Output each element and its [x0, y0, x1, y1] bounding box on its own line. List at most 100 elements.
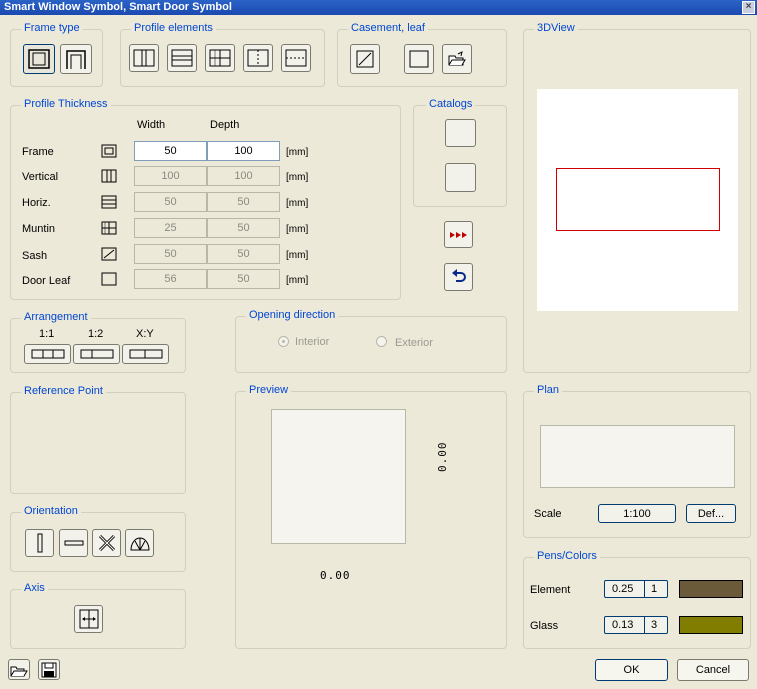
orientation-cross-button[interactable]: [92, 529, 121, 557]
view3d-group: 3DView: [523, 22, 751, 373]
row-label-door-leaf: Door Leaf: [22, 275, 71, 287]
def-button[interactable]: Def...: [686, 504, 736, 523]
save-file-button[interactable]: [38, 659, 60, 680]
row-label-vertical: Vertical: [22, 171, 59, 183]
open-file-button[interactable]: [8, 659, 30, 680]
vertical-unit: [mm]: [286, 172, 309, 183]
interior-radio[interactable]: [278, 336, 289, 347]
element-pen-divider: [644, 581, 645, 597]
glass-pen-number: 3: [651, 619, 658, 631]
casement-sash-button[interactable]: [350, 44, 380, 74]
horizontal-icon: [101, 195, 117, 209]
casement-leaf-button[interactable]: [404, 44, 434, 74]
frame-type-window-button[interactable]: [23, 44, 55, 74]
save-disk-icon: [41, 662, 57, 677]
cancel-button[interactable]: Cancel: [677, 659, 749, 681]
muntin-unit: [mm]: [286, 224, 309, 235]
pens-colors-group: Pens/Colors Element 0.25 1 Glass 0.13 3: [523, 550, 751, 649]
catalog-button-2[interactable]: [445, 163, 476, 192]
depth-header: Depth: [210, 119, 240, 131]
arrangement-group: Arrangement 1:1 1:2 X:Y: [10, 311, 186, 373]
frame-icon: [101, 144, 117, 158]
vertical-width-input[interactable]: 100: [134, 166, 207, 186]
orientation-group: Orientation: [10, 505, 186, 572]
element-label: Element: [530, 584, 571, 596]
arrangement-xy-label: X:Y: [136, 328, 154, 340]
door-leaf-depth-input[interactable]: 50: [207, 269, 280, 289]
glass-pen-divider: [644, 617, 645, 633]
row-label-frame: Frame: [22, 146, 54, 158]
casement-open-file-button[interactable]: [442, 44, 472, 74]
casement-label: Casement, leaf: [348, 22, 428, 34]
muntin-width-input[interactable]: 25: [134, 218, 207, 238]
split-1-2-icon: [80, 349, 113, 359]
plan-label: Plan: [534, 384, 563, 396]
view3d-canvas[interactable]: [537, 89, 738, 311]
element-pen-button[interactable]: 0.25 1: [604, 580, 668, 598]
opening-direction-label: Opening direction: [246, 309, 339, 321]
arrangement-1-2-button[interactable]: [73, 344, 120, 364]
horiz-width-input[interactable]: 50: [134, 192, 207, 212]
frame-type-group: Frame type: [10, 22, 103, 87]
profile-horizontal-button[interactable]: [167, 44, 197, 72]
window-title: Smart Window Symbol, Smart Door Symbol: [4, 1, 232, 13]
element-color-swatch[interactable]: [679, 580, 743, 598]
glass-color-swatch[interactable]: [679, 616, 743, 634]
muntin-depth-input[interactable]: 50: [207, 218, 280, 238]
plan-canvas[interactable]: [540, 425, 735, 488]
profile-vertical-divider-button[interactable]: [243, 44, 273, 72]
apply-arrows-button[interactable]: [444, 221, 473, 248]
horiz-depth-input[interactable]: 50: [207, 192, 280, 212]
open-folder-icon: [448, 51, 466, 66]
interior-radio-dot: [282, 340, 285, 343]
arrangement-1-1-label: 1:1: [39, 328, 55, 340]
exterior-radio[interactable]: [376, 336, 387, 347]
arrangement-label: Arrangement: [21, 311, 91, 323]
reference-point-label: Reference Point: [21, 385, 106, 397]
sash-depth-input[interactable]: 50: [207, 244, 280, 264]
axis-icon: [79, 609, 98, 629]
arrangement-xy-button[interactable]: [122, 344, 169, 364]
glass-pen-button[interactable]: 0.13 3: [604, 616, 668, 634]
profile-thickness-label: Profile Thickness: [21, 98, 111, 110]
profile-horizontal-divider-button[interactable]: [281, 44, 311, 72]
undo-icon: [451, 269, 466, 282]
scale-button[interactable]: 1:100: [598, 504, 676, 523]
door-leaf-icon: [409, 50, 429, 68]
axis-button[interactable]: [74, 605, 103, 633]
profile-elements-group: Profile elements: [120, 22, 325, 87]
arrangement-1-1-button[interactable]: [24, 344, 71, 364]
profile-muntin-button[interactable]: [205, 44, 235, 72]
open-folder-icon: [10, 666, 28, 676]
split-equal-icon: [31, 349, 64, 359]
frame-type-door-button[interactable]: [60, 44, 92, 74]
door-leaf-row-icon: [101, 272, 117, 286]
profile-thickness-group: Profile Thickness Width Depth Frame 50 1…: [10, 98, 401, 300]
orientation-vertical-button[interactable]: [25, 529, 54, 557]
orientation-horizontal-button[interactable]: [59, 529, 88, 557]
glass-label: Glass: [530, 620, 559, 632]
glass-pen-value: 0.13: [612, 619, 634, 631]
catalogs-group: Catalogs: [413, 98, 507, 207]
view3d-window-outline: [556, 168, 720, 231]
catalog-button-1[interactable]: [445, 119, 476, 147]
view3d-label: 3DView: [534, 22, 578, 34]
preview-label: Preview: [246, 384, 292, 396]
undo-button[interactable]: [444, 263, 473, 291]
element-pen-value: 0.25: [612, 583, 634, 595]
sash-width-input[interactable]: 50: [134, 244, 207, 264]
profile-vertical-button[interactable]: [129, 44, 159, 72]
ok-button[interactable]: OK: [595, 659, 668, 681]
frame-depth-input[interactable]: 100: [207, 141, 280, 161]
width-header: Width: [137, 119, 166, 131]
interior-label: Interior: [295, 336, 330, 348]
vertical-depth-input[interactable]: 100: [207, 166, 280, 186]
horizontal-bar-icon: [64, 540, 83, 546]
vertical-profile-icon: [133, 49, 155, 67]
preview-canvas[interactable]: [271, 409, 406, 544]
orientation-arc-button[interactable]: [125, 529, 154, 557]
door-leaf-width-input[interactable]: 56: [134, 269, 207, 289]
sash-unit: [mm]: [286, 250, 309, 261]
frame-width-input[interactable]: 50: [134, 141, 207, 161]
close-button[interactable]: ×: [742, 1, 755, 14]
